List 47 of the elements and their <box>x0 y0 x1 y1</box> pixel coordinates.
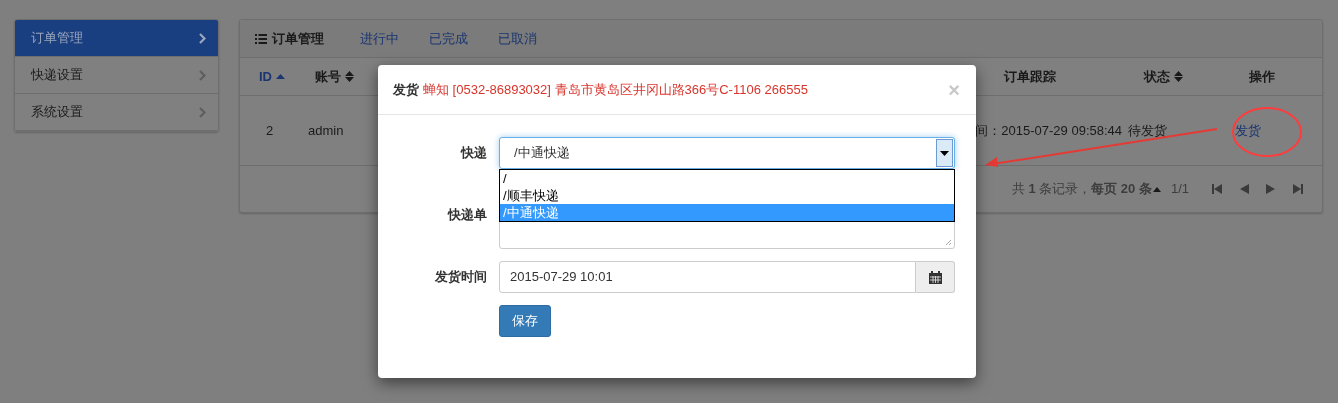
table-cell: 2 <box>266 122 274 138</box>
field-label: 快递单 <box>446 206 487 225</box>
ship-time-input[interactable]: 2015-07-29 10:01 <box>499 261 916 293</box>
table-cell: 待发货 <box>1128 122 1168 138</box>
resize-handle-icon[interactable] <box>945 239 952 246</box>
circle-annotation <box>1231 106 1303 158</box>
table-cell: admin <box>307 122 344 138</box>
field-label: 发货时间 <box>434 268 487 287</box>
list-icon <box>255 33 267 44</box>
dropdown-option[interactable]: /顺丰快递 <box>500 187 954 204</box>
save-button[interactable]: 保存 <box>499 305 551 337</box>
dropdown-caret-icon[interactable] <box>936 139 953 167</box>
ship-link[interactable]: 发货 <box>1235 122 1262 138</box>
last-page-icon[interactable] <box>1292 183 1304 195</box>
dropdown-option[interactable]: /中通快递 <box>500 204 954 221</box>
dialog-title: 发货 <box>393 80 419 99</box>
column-header[interactable]: 账号 <box>314 66 354 87</box>
sort-icon <box>344 71 354 82</box>
calendar-button[interactable] <box>916 261 955 293</box>
filter-link[interactable]: 已取消 <box>498 28 537 49</box>
filter-link[interactable]: 进行中 <box>360 28 399 49</box>
next-page-icon[interactable] <box>1265 183 1277 195</box>
previous-page-icon[interactable] <box>1238 183 1250 195</box>
sort-icon <box>1174 71 1184 82</box>
dropdown-option[interactable]: / <box>500 170 954 187</box>
column-header: 操作 <box>1249 67 1276 86</box>
chevron-right-icon <box>199 32 206 44</box>
pagination-summary: 共 1 条记录，每页 20 条 <box>1011 180 1152 199</box>
chevron-right-icon <box>199 106 206 118</box>
sidebar-item[interactable]: 订单管理 <box>15 20 218 57</box>
filter-link[interactable]: 已完成 <box>429 28 468 49</box>
calendar-icon <box>928 270 942 284</box>
field-label: 快递 <box>459 144 487 163</box>
panel-title: 订单管理 <box>272 29 324 48</box>
chevron-right-icon <box>199 69 206 81</box>
sidebar-item[interactable]: 快递设置 <box>15 57 218 94</box>
column-header[interactable]: ID <box>259 66 285 87</box>
first-page-icon[interactable] <box>1211 183 1223 195</box>
recipient-address: 蝉知 [0532-86893032] 青岛市黄岛区井冈山路366号C-1106 266555 <box>423 80 808 99</box>
page-indicator: 1/1 <box>1170 180 1189 199</box>
column-header: 订单跟踪 <box>1004 67 1057 86</box>
sidebar-item[interactable]: 系统设置 <box>15 94 218 131</box>
caret-up-icon[interactable] <box>1152 186 1161 192</box>
sort-ascending-icon <box>276 74 285 79</box>
table-cell: 间：2015-07-29 09:58:44 <box>975 122 1123 138</box>
column-header[interactable]: 状态 <box>1144 66 1184 87</box>
courier-select[interactable]: /中通快递 <box>499 137 955 169</box>
